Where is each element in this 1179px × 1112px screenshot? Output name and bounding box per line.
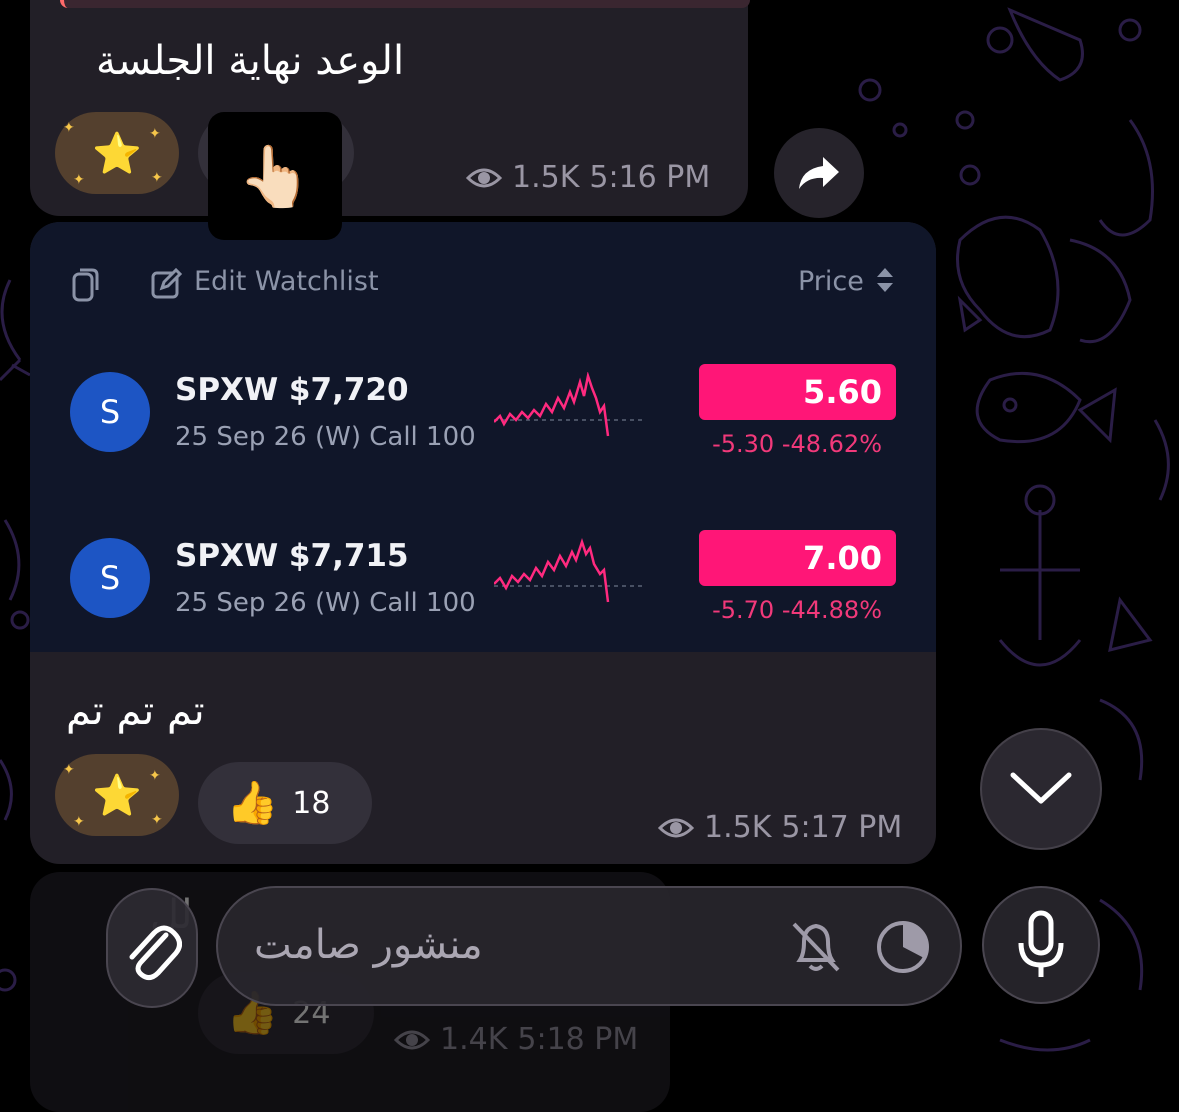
scroll-down-button[interactable]: [982, 730, 1100, 848]
message-bubble-2[interactable]: Edit Watchlist Price S SPXW $7,720 25 Se…: [30, 222, 936, 864]
star-emoji: ⭐: [92, 130, 142, 177]
watchlist-screenshot[interactable]: Edit Watchlist Price S SPXW $7,720 25 Se…: [30, 222, 936, 652]
eye-icon: [658, 818, 694, 837]
finger-sticker[interactable]: 👆🏻: [208, 112, 342, 240]
symbol: SPXW $7,715: [175, 538, 409, 574]
message-bubble-1[interactable]: الوعد نهاية الجلسة ⭐ ✦ ✦ ✦ ✦ 1.5K 5:16 P…: [30, 0, 750, 216]
paperclip-icon: [129, 925, 182, 981]
message-input[interactable]: منشور صامت: [216, 886, 962, 1006]
message-meta: 1.5K 5:16 PM: [466, 160, 710, 195]
copy-icon: [72, 268, 99, 302]
sparkline: [494, 538, 644, 603]
share-icon: [799, 157, 839, 189]
view-count: 1.4K: [440, 1022, 508, 1057]
eye-icon: [394, 1030, 430, 1049]
contract-desc: 25 Sep 26 (W) Call 100: [175, 422, 476, 452]
watchlist-header: Edit Watchlist Price: [30, 258, 936, 308]
contract-desc: 25 Sep 26 (W) Call 100: [175, 588, 476, 618]
share-button[interactable]: [774, 128, 864, 218]
microphone-icon: [1018, 910, 1064, 977]
input-placeholder: منشور صامت: [254, 922, 483, 968]
symbol: SPXW $7,720: [175, 372, 409, 408]
message-text: تم تم تم: [66, 688, 205, 734]
price-badge: 7.00: [699, 530, 896, 586]
price-sort-label: Price: [798, 266, 864, 297]
message-time: 5:17 PM: [781, 810, 903, 845]
message-time: 5:18 PM: [517, 1022, 639, 1057]
price-change: -5.70 -44.88%: [712, 596, 882, 624]
reaction-count: 18: [292, 785, 331, 821]
eye-icon: [466, 168, 502, 187]
view-count: 1.5K: [512, 160, 580, 195]
edit-icon: [151, 268, 182, 299]
message-text: الوعد نهاية الجلسة: [96, 38, 405, 84]
avatar: S: [70, 538, 150, 618]
watchlist-row: S SPXW $7,715 25 Sep 26 (W) Call 100 7.0…: [30, 518, 936, 638]
star-emoji: ⭐: [92, 772, 142, 819]
price-badge: 5.60: [699, 364, 896, 420]
view-count: 1.5K: [704, 810, 772, 845]
star-reaction[interactable]: ⭐ ✦ ✦ ✦ ✦: [55, 112, 179, 194]
timer-icon[interactable]: [874, 918, 932, 976]
bell-off-icon[interactable]: [788, 918, 844, 976]
sparkline: [494, 372, 644, 437]
message-meta: 1.5K 5:17 PM: [658, 810, 902, 845]
message-time: 5:16 PM: [589, 160, 711, 195]
thumbs-up-reaction[interactable]: 👍 18: [198, 762, 372, 844]
microphone-button[interactable]: [982, 886, 1100, 1004]
sort-icon: [877, 268, 893, 292]
avatar: S: [70, 372, 150, 452]
message-composer: منشور صامت: [0, 880, 1179, 1020]
attach-button[interactable]: [106, 888, 198, 1008]
thumbs-up-emoji: 👍: [226, 778, 279, 827]
chevron-down-icon: [1010, 772, 1072, 804]
edit-watchlist-label: Edit Watchlist: [194, 266, 379, 297]
price-change: -5.30 -48.62%: [712, 430, 882, 458]
message-meta: 1.4K 5:18 PM: [394, 1022, 638, 1057]
pointing-up-emoji: 👆🏻: [237, 141, 313, 212]
watchlist-row: S SPXW $7,720 25 Sep 26 (W) Call 100 5.6…: [30, 352, 936, 472]
reply-quote[interactable]: [60, 0, 750, 8]
star-reaction[interactable]: ⭐ ✦ ✦ ✦ ✦: [55, 754, 179, 836]
